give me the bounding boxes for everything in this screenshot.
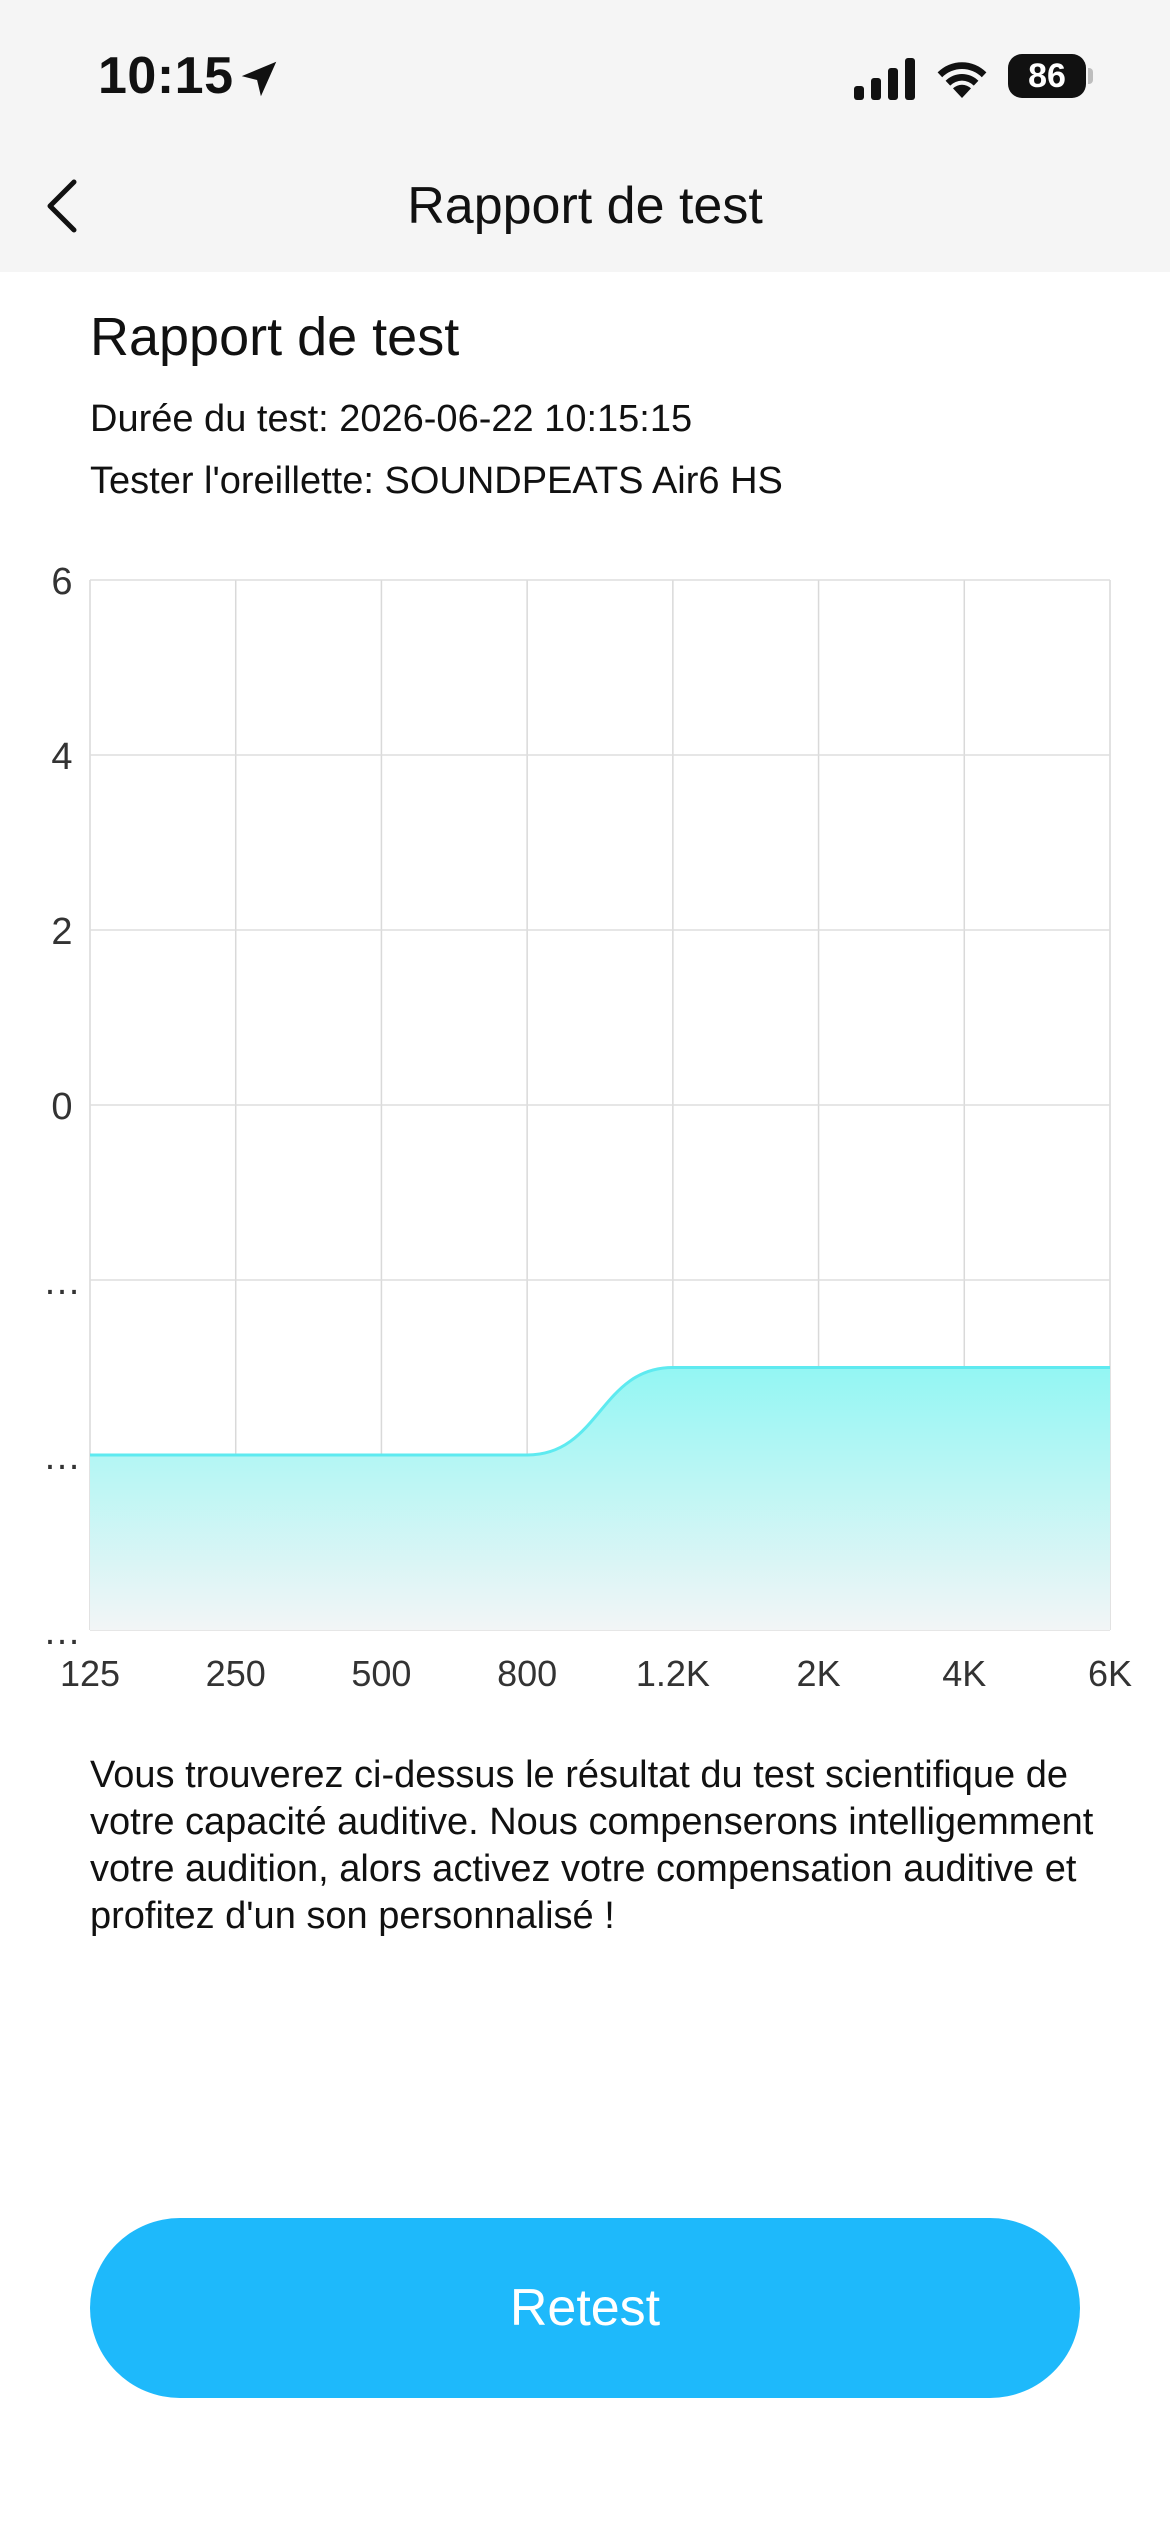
battery-level: 86	[1008, 54, 1086, 98]
retest-button[interactable]: Retest	[90, 2218, 1080, 2398]
hearing-test-report-screen: 10:15 86 Rapport de test Rapport de test…	[0, 0, 1170, 2532]
x-tick-label: 500	[351, 1653, 411, 1694]
wifi-icon	[937, 62, 987, 98]
report-title: Rapport de test	[90, 307, 460, 367]
y-tick-label: 2	[51, 911, 72, 953]
y-tick-label: …	[43, 1436, 81, 1478]
y-tick-label: …	[43, 1261, 81, 1303]
nav-title: Rapport de test	[407, 177, 763, 235]
area-fill	[90, 1367, 1110, 1630]
top-bar: 10:15 86 Rapport de test	[0, 0, 1170, 272]
y-tick-label: 6	[51, 561, 72, 603]
tested-earbud: Tester l'oreillette: SOUNDPEATS Air6 HS	[90, 460, 783, 502]
test-duration: Durée du test: 2026-06-22 10:15:15	[90, 398, 693, 440]
y-tick-label: …	[43, 1611, 81, 1653]
result-description: Vous trouverez ci-dessus le résultat du …	[90, 1754, 1094, 1937]
x-tick-label: 4K	[942, 1653, 986, 1694]
x-tick-label: 1.2K	[636, 1653, 710, 1694]
x-tick-label: 250	[206, 1653, 266, 1694]
x-tick-label: 6K	[1088, 1653, 1132, 1694]
hearing-chart: 6420………125 250 500 800 1.2K 2K 4K 6K	[43, 561, 1132, 1694]
x-tick-label: 2K	[797, 1653, 841, 1694]
status-time: 10:15	[98, 47, 234, 105]
y-tick-label: 0	[51, 1086, 72, 1128]
location-arrow-icon	[241, 61, 277, 97]
x-tick-label: 800	[497, 1653, 557, 1694]
cellular-signal-icon	[854, 58, 915, 100]
x-tick-label: 125	[60, 1653, 120, 1694]
battery-tip	[1088, 68, 1093, 84]
y-tick-label: 4	[51, 736, 72, 778]
battery-indicator: 86	[1008, 54, 1093, 100]
